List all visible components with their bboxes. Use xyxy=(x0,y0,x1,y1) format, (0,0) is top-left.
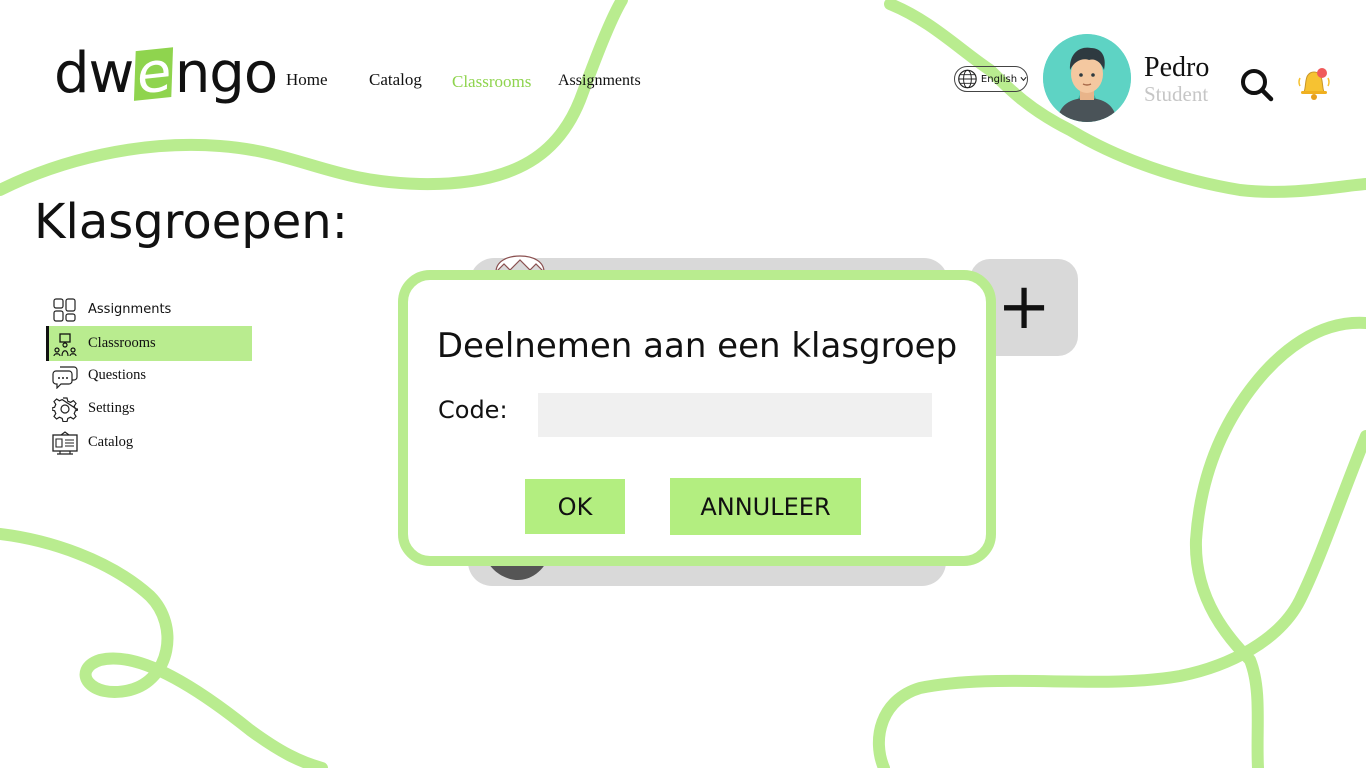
language-selector[interactable]: English xyxy=(954,66,1028,92)
sidebar-item-label: Catalog xyxy=(88,434,134,450)
page-title: Klasgroepen: xyxy=(34,194,348,250)
sidebar-item-settings[interactable]: Settings xyxy=(46,391,252,426)
nav-catalog[interactable]: Catalog xyxy=(369,70,422,90)
globe-icon xyxy=(958,69,977,89)
dwengo-logo[interactable]: dwengo xyxy=(54,39,278,107)
sidebar-item-questions[interactable]: Questions xyxy=(46,358,252,393)
sidebar-item-label: Settings xyxy=(88,400,135,416)
chat-bubbles-icon xyxy=(52,365,78,389)
sidebar-item-assignments[interactable]: Assignments xyxy=(46,292,252,327)
catalog-icon xyxy=(52,430,78,455)
sidebar-item-label: Assignments xyxy=(88,302,172,317)
ok-button[interactable]: OK xyxy=(525,479,625,534)
nav-assignments[interactable]: Assignments xyxy=(558,72,641,90)
classroom-icon xyxy=(53,332,77,356)
gear-icon xyxy=(52,396,78,422)
sidebar-item-label: Questions xyxy=(88,367,146,383)
search-icon[interactable] xyxy=(1238,66,1274,102)
sidebar-item-label: Classrooms xyxy=(88,335,156,351)
user-portrait-icon xyxy=(1043,34,1131,122)
bell-icon[interactable] xyxy=(1296,64,1332,102)
code-label: Code: xyxy=(438,396,508,424)
user-name: Pedro xyxy=(1144,52,1210,83)
assignments-icon xyxy=(53,297,76,322)
sidebar-item-classrooms[interactable]: Classrooms xyxy=(46,326,252,361)
sidebar-item-catalog[interactable]: Catalog xyxy=(46,425,252,460)
user-role: Student xyxy=(1144,82,1209,106)
nav-home[interactable]: Home xyxy=(286,70,328,90)
avatar[interactable] xyxy=(1043,34,1131,122)
code-input[interactable] xyxy=(538,393,932,437)
join-classroom-dialog: Deelnemen aan een klasgroep Code: OK ANN… xyxy=(398,270,996,566)
dialog-title: Deelnemen aan een klasgroep xyxy=(436,326,958,366)
cancel-button[interactable]: ANNULEER xyxy=(670,478,861,535)
chevron-down-icon xyxy=(1020,76,1027,82)
nav-classrooms[interactable]: Classrooms xyxy=(452,72,531,92)
language-label: English xyxy=(980,73,1018,85)
